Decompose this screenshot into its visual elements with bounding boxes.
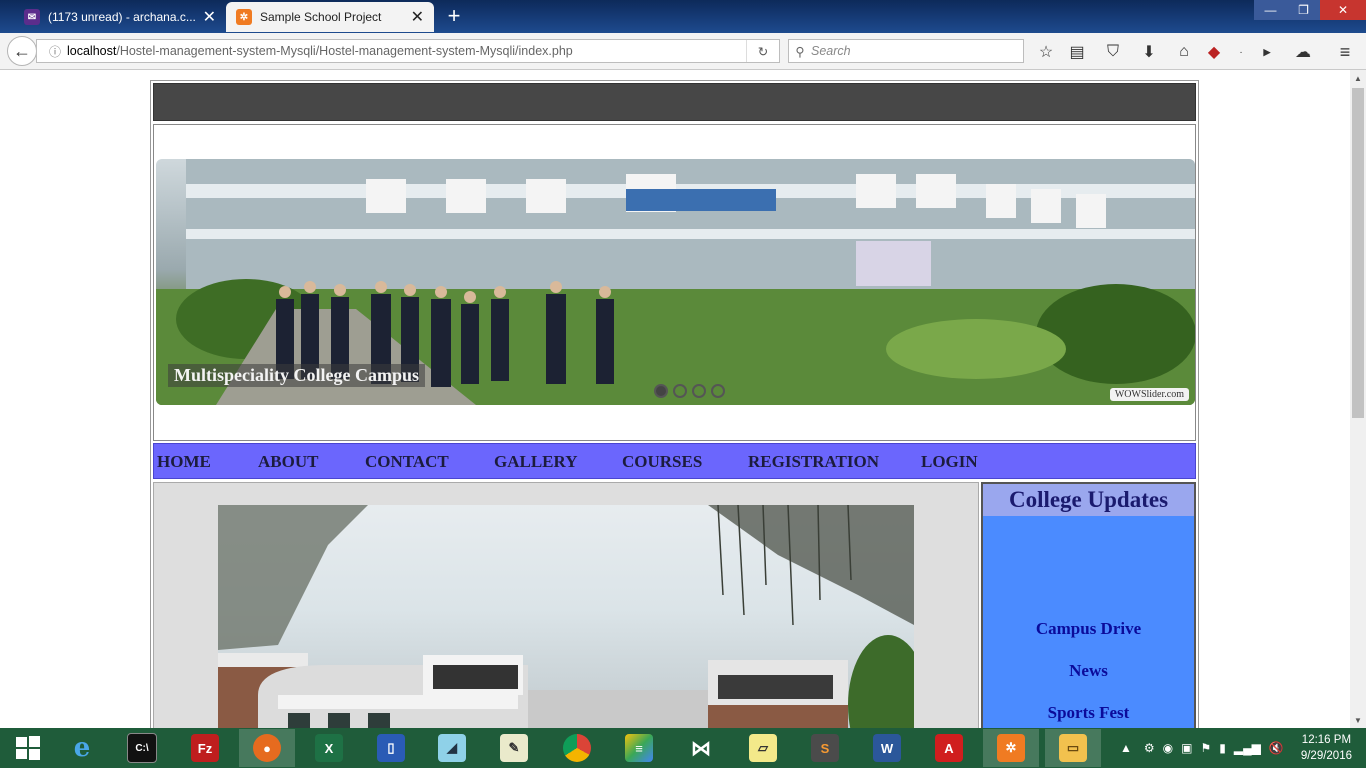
- info-icon[interactable]: ⓘ: [43, 43, 67, 60]
- start-button[interactable]: [0, 729, 56, 767]
- slide-caption: Multispeciality College Campus: [168, 364, 425, 387]
- tab-title: (1173 unread) - archana.c...: [48, 10, 196, 24]
- slide-pagination: [654, 384, 725, 398]
- wifi-signal-icon[interactable]: ▂▄▆: [1234, 741, 1261, 755]
- tray-app-icon[interactable]: ▣: [1181, 741, 1192, 755]
- show-hidden-icons-icon[interactable]: ▲: [1120, 741, 1132, 755]
- search-placeholder: Search: [811, 44, 851, 58]
- windows-taskbar: e C:\ Fz ● X ▯ ◢ ✎ ≡ ⋈ ▱ S W A ✲ ▭ ▲ ⚙ ◉…: [0, 728, 1366, 768]
- excel-icon[interactable]: X: [301, 729, 357, 767]
- chrome-icon[interactable]: [549, 729, 605, 767]
- menu-item-about[interactable]: ABOUT: [258, 452, 318, 472]
- pocket-icon[interactable]: ⛉: [1102, 41, 1124, 63]
- xampp-icon: ✲: [236, 9, 252, 25]
- hamburger-menu-icon[interactable]: ≡: [1334, 41, 1356, 63]
- sublime-text-icon[interactable]: S: [797, 729, 853, 767]
- close-tab-icon[interactable]: ✕: [203, 7, 216, 27]
- filezilla-icon[interactable]: Fz: [177, 729, 233, 767]
- acrobat-icon[interactable]: A: [921, 729, 977, 767]
- download-icon[interactable]: ⬇: [1138, 41, 1160, 63]
- slider-container: Multispeciality College Campus WOWSlider…: [153, 124, 1196, 441]
- back-arrow-icon[interactable]: ←: [7, 36, 37, 66]
- menu-item-registration[interactable]: REGISTRATION: [748, 452, 879, 472]
- file-icon[interactable]: ▯: [363, 729, 419, 767]
- notes-icon[interactable]: ◢: [424, 729, 480, 767]
- slide-dot[interactable]: [673, 384, 687, 398]
- menu-item-home[interactable]: HOME: [157, 452, 211, 472]
- bluestacks-icon[interactable]: ≡: [611, 729, 667, 767]
- main-content: [153, 482, 979, 728]
- volume-muted-icon[interactable]: 🔇: [1269, 741, 1284, 755]
- internet-explorer-icon[interactable]: e: [54, 729, 110, 767]
- building-illustration: [218, 505, 914, 728]
- clock-date: 9/29/2016: [1300, 750, 1352, 762]
- minimize-icon[interactable]: —: [1254, 0, 1287, 20]
- bookmark-star-icon[interactable]: ☆: [1035, 41, 1057, 63]
- college-updates-panel: College Updates Campus Drive News Sports…: [981, 482, 1196, 728]
- update-link-sports-fest[interactable]: Sports Fest: [983, 703, 1194, 723]
- xampp-icon[interactable]: ✲: [983, 729, 1039, 767]
- update-link-campus-drive[interactable]: Campus Drive: [983, 619, 1194, 639]
- battery-icon[interactable]: ▮: [1219, 741, 1226, 755]
- page-wrapper: Multispeciality College Campus WOWSlider…: [150, 80, 1199, 728]
- slide-dot[interactable]: [711, 384, 725, 398]
- slide-dot[interactable]: [654, 384, 668, 398]
- campus-slide-image[interactable]: Multispeciality College Campus WOWSlider…: [156, 159, 1195, 405]
- home-icon[interactable]: ⌂: [1173, 41, 1195, 63]
- menu-item-contact[interactable]: CONTACT: [365, 452, 449, 472]
- sticky-notes-icon[interactable]: ▱: [735, 729, 791, 767]
- tab-mail[interactable]: ✉ (1173 unread) - archana.c... ✕: [14, 2, 226, 32]
- network-sharing-icon[interactable]: ⚙: [1144, 741, 1155, 755]
- close-window-icon[interactable]: ✕: [1320, 0, 1366, 20]
- youtube-icon[interactable]: ▶: [1256, 41, 1278, 63]
- reload-icon[interactable]: ↻: [746, 40, 779, 62]
- browser-title-bar: ✉ (1173 unread) - archana.c... ✕ ✲ Sampl…: [0, 0, 1366, 33]
- windows-logo-icon: [16, 736, 40, 760]
- action-center-flag-icon[interactable]: ⚑: [1200, 741, 1211, 755]
- update-link-news[interactable]: News: [983, 661, 1194, 681]
- word-icon[interactable]: W: [859, 729, 915, 767]
- clock-time: 12:16 PM: [1301, 734, 1352, 746]
- page-viewport: Multispeciality College Campus WOWSlider…: [0, 70, 1350, 728]
- extension-dot-icon[interactable]: ·: [1230, 41, 1252, 63]
- college-building-photo: [218, 505, 914, 728]
- tab-sample-school-project[interactable]: ✲ Sample School Project ✕: [226, 2, 434, 32]
- address-bar[interactable]: ⓘ localhost/Hostel-management-system-Mys…: [36, 39, 780, 63]
- menu-item-courses[interactable]: COURSES: [622, 452, 702, 472]
- slider-credit-link[interactable]: WOWSlider.com: [1109, 388, 1189, 401]
- file-explorer-icon[interactable]: ▭: [1045, 729, 1101, 767]
- header-bar: [153, 83, 1196, 121]
- updates-title: College Updates: [983, 484, 1194, 516]
- sync-account-icon[interactable]: ☁: [1292, 41, 1314, 63]
- visual-studio-icon[interactable]: ⋈: [673, 729, 729, 767]
- menu-item-gallery[interactable]: GALLERY: [494, 452, 577, 472]
- slide-dot[interactable]: [692, 384, 706, 398]
- command-prompt-icon[interactable]: C:\: [114, 729, 170, 767]
- app-tray-icon[interactable]: ◉: [1163, 741, 1173, 755]
- search-input[interactable]: ⚲ Search: [788, 39, 1024, 63]
- system-clock[interactable]: 12:16 PM 9/29/2016: [1301, 732, 1352, 764]
- new-tab-button[interactable]: +: [442, 3, 466, 29]
- extension-icon[interactable]: ◆: [1203, 41, 1225, 63]
- scrollbar-thumb[interactable]: [1352, 88, 1364, 418]
- vertical-scrollbar[interactable]: ▲ ▼: [1350, 70, 1366, 728]
- menu-item-login[interactable]: LOGIN: [921, 452, 978, 472]
- notepad-icon[interactable]: ✎: [486, 729, 542, 767]
- window-controls: — ❐ ✕: [1254, 0, 1366, 20]
- url-host: localhost: [67, 44, 117, 58]
- restore-icon[interactable]: ❐: [1287, 0, 1320, 20]
- scroll-down-icon[interactable]: ▼: [1350, 712, 1366, 728]
- system-tray: ▲ ⚙ ◉ ▣ ⚑ ▮ ▂▄▆ 🔇: [1120, 728, 1284, 768]
- reading-list-icon[interactable]: ▤: [1066, 41, 1088, 63]
- tab-title: Sample School Project: [260, 10, 382, 24]
- main-menu: HOME ABOUT CONTACT GALLERY COURSES REGIS…: [153, 443, 1196, 479]
- firefox-icon[interactable]: ●: [239, 729, 295, 767]
- mail-icon: ✉: [24, 9, 40, 25]
- scroll-up-icon[interactable]: ▲: [1350, 70, 1366, 86]
- url-path: /Hostel-management-system-Mysqli/Hostel-…: [116, 44, 573, 58]
- close-tab-icon[interactable]: ✕: [411, 7, 424, 27]
- navigation-toolbar: ← ⓘ localhost/Hostel-management-system-M…: [0, 33, 1366, 70]
- search-icon: ⚲: [795, 44, 805, 59]
